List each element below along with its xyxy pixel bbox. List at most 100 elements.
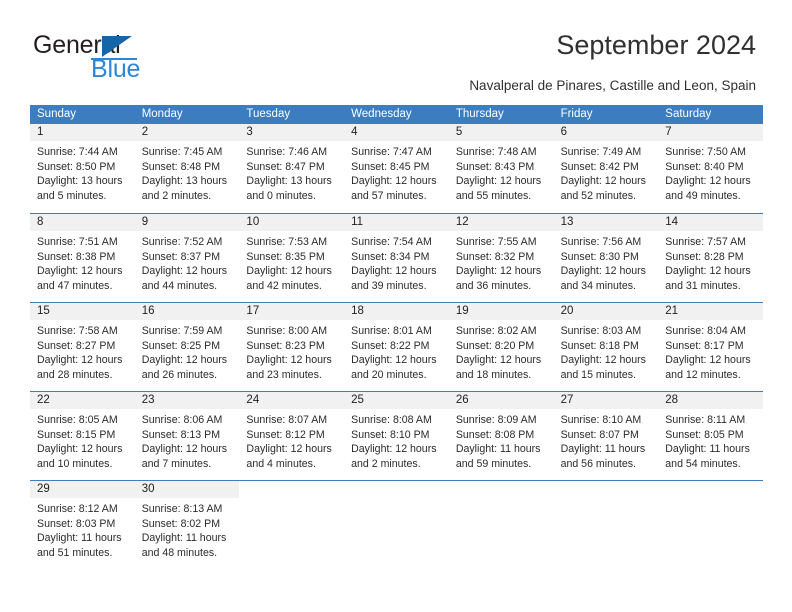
daylight-text-line2: and 51 minutes.: [37, 546, 113, 559]
daylight-text-line1: Daylight: 11 hours: [560, 443, 646, 455]
daylight-text-line1: Daylight: 13 hours: [141, 175, 228, 187]
sunrise-text: Sunrise: 7:58 AM: [37, 325, 118, 337]
sunset-text: Sunset: 8:22 PM: [351, 339, 430, 352]
day-details: Sunrise: 8:03 AM Sunset: 8:18 PM Daylight:…: [554, 320, 659, 382]
calendar-day-cell[interactable]: 9 Sunrise: 7:52 AM Sunset: 8:37 PM Daylight…: [134, 214, 240, 302]
calendar-day-cell[interactable]: 21 Sunrise: 8:04 AM Sunset: 8:17 PM Dayligh…: [658, 303, 763, 391]
sunrise-text: Sunrise: 7:57 AM: [665, 236, 746, 248]
day-number: 23: [134, 392, 240, 409]
calendar-day-cell[interactable]: 26 Sunrise: 8:09 AM Sunset: 8:08 PM Dayligh…: [448, 392, 554, 480]
daylight-text-line1: Daylight: 12 hours: [37, 443, 123, 455]
sunset-text: Sunset: 8:02 PM: [141, 517, 221, 530]
day-details: Sunrise: 8:06 AM Sunset: 8:13 PM Daylight:…: [135, 409, 240, 471]
daylight-text-line2: and 54 minutes.: [665, 457, 741, 470]
calendar-week-row: 29 Sunrise: 8:12 AM Sunset: 8:03 PM Dayligh…: [30, 480, 763, 569]
calendar-day-cell[interactable]: 8 Sunrise: 7:51 AM Sunset: 8:38 PM Daylight…: [30, 214, 135, 302]
sunrise-text: Sunrise: 7:46 AM: [246, 146, 328, 158]
calendar-day-cell[interactable]: 7 Sunrise: 7:50 AM Sunset: 8:40 PM Daylight…: [658, 124, 763, 213]
daylight-text-line2: and 42 minutes.: [246, 279, 322, 292]
calendar-day-cell[interactable]: 10 Sunrise: 7:53 AM Sunset: 8:35 PM Dayligh…: [239, 214, 345, 302]
logo-triangle-icon: [102, 36, 132, 57]
sunrise-text: Sunrise: 8:09 AM: [455, 414, 537, 426]
daylight-text-line2: and 48 minutes.: [141, 546, 218, 559]
daylight-text-line2: and 44 minutes.: [141, 279, 218, 292]
calendar-day-cell[interactable]: 1 Sunrise: 7:44 AM Sunset: 8:50 PM Daylight…: [30, 124, 135, 213]
weekday-monday: Monday: [141, 108, 183, 120]
calendar-day-cell[interactable]: 30 Sunrise: 8:13 AM Sunset: 8:02 PM Dayligh…: [134, 481, 240, 569]
day-number: 14: [658, 214, 763, 231]
weekday-saturday: Saturday: [665, 108, 712, 120]
calendar-day-cell-empty: [554, 481, 659, 569]
day-number: 18: [344, 303, 449, 320]
calendar-weeks: 1 Sunrise: 7:44 AM Sunset: 8:50 PM Daylight…: [30, 124, 763, 569]
calendar-day-cell[interactable]: 12 Sunrise: 7:55 AM Sunset: 8:32 PM Dayligh…: [448, 214, 554, 302]
sunset-text: Sunset: 8:13 PM: [141, 428, 221, 441]
sunset-text: Sunset: 8:38 PM: [37, 250, 116, 263]
calendar-day-cell[interactable]: 23 Sunrise: 8:06 AM Sunset: 8:13 PM Dayligh…: [134, 392, 240, 480]
day-number: 4: [344, 124, 449, 141]
day-number: 22: [30, 392, 135, 409]
sunrise-text: Sunrise: 7:51 AM: [37, 236, 118, 248]
sunrise-text: Sunrise: 8:08 AM: [351, 414, 432, 426]
day-details: Sunrise: 7:53 AM Sunset: 8:35 PM Daylight:…: [239, 231, 344, 293]
sunset-text: Sunset: 8:30 PM: [560, 250, 639, 263]
day-details: Sunrise: 8:00 AM Sunset: 8:23 PM Daylight:…: [239, 320, 344, 382]
day-details: Sunrise: 7:50 AM Sunset: 8:40 PM Daylight:…: [658, 141, 763, 203]
daylight-text-line2: and 56 minutes.: [560, 457, 636, 470]
calendar-day-cell[interactable]: 18 Sunrise: 8:01 AM Sunset: 8:22 PM Dayligh…: [344, 303, 449, 391]
daylight-text-line2: and 31 minutes.: [665, 279, 741, 292]
daylight-text-line2: and 4 minutes.: [246, 457, 316, 470]
day-details: Sunrise: 7:51 AM Sunset: 8:38 PM Daylight:…: [30, 231, 135, 293]
calendar-page: General Blue September 2024 Navalperal d…: [0, 0, 792, 612]
daylight-text-line1: Daylight: 11 hours: [141, 532, 227, 544]
sunrise-text: Sunrise: 8:12 AM: [37, 503, 118, 515]
calendar-day-cell[interactable]: 5 Sunrise: 7:48 AM Sunset: 8:43 PM Daylight…: [448, 124, 554, 213]
sunrise-text: Sunrise: 8:04 AM: [665, 325, 746, 337]
calendar-day-cell[interactable]: 2 Sunrise: 7:45 AM Sunset: 8:48 PM Daylight…: [134, 124, 240, 213]
sunrise-text: Sunrise: 8:00 AM: [246, 325, 328, 337]
calendar-day-cell[interactable]: 27 Sunrise: 8:10 AM Sunset: 8:07 PM Dayligh…: [553, 392, 659, 480]
sunset-text: Sunset: 8:03 PM: [37, 517, 116, 530]
calendar-day-cell[interactable]: 16 Sunrise: 7:59 AM Sunset: 8:25 PM Dayligh…: [134, 303, 240, 391]
day-details: Sunrise: 8:04 AM Sunset: 8:17 PM Daylight:…: [658, 320, 763, 382]
calendar-day-cell[interactable]: 4 Sunrise: 7:47 AM Sunset: 8:45 PM Daylight…: [344, 124, 449, 213]
calendar-day-cell[interactable]: 13 Sunrise: 7:56 AM Sunset: 8:30 PM Dayligh…: [553, 214, 659, 302]
calendar-day-cell[interactable]: 22 Sunrise: 8:05 AM Sunset: 8:15 PM Dayligh…: [30, 392, 135, 480]
day-details: Sunrise: 7:58 AM Sunset: 8:27 PM Daylight:…: [30, 320, 135, 382]
day-details: Sunrise: 7:47 AM Sunset: 8:45 PM Daylight:…: [344, 141, 449, 203]
calendar-day-cell[interactable]: 25 Sunrise: 8:08 AM Sunset: 8:10 PM Dayligh…: [344, 392, 449, 480]
sunset-text: Sunset: 8:23 PM: [246, 339, 325, 352]
calendar-day-cell[interactable]: 24 Sunrise: 8:07 AM Sunset: 8:12 PM Dayligh…: [239, 392, 345, 480]
sunset-text: Sunset: 8:18 PM: [560, 339, 639, 352]
calendar-day-cell[interactable]: 14 Sunrise: 7:57 AM Sunset: 8:28 PM Dayligh…: [658, 214, 763, 302]
sunrise-text: Sunrise: 7:44 AM: [37, 146, 118, 158]
sunset-text: Sunset: 8:05 PM: [665, 428, 744, 441]
calendar-day-cell[interactable]: 29 Sunrise: 8:12 AM Sunset: 8:03 PM Dayligh…: [30, 481, 135, 569]
day-number: 8: [30, 214, 135, 231]
calendar-day-cell[interactable]: 11 Sunrise: 7:54 AM Sunset: 8:34 PM Dayligh…: [344, 214, 449, 302]
calendar-day-cell[interactable]: 6 Sunrise: 7:49 AM Sunset: 8:42 PM Daylight…: [553, 124, 659, 213]
sunrise-text: Sunrise: 8:06 AM: [141, 414, 223, 426]
daylight-text-line2: and 2 minutes.: [141, 189, 212, 202]
daylight-text-line2: and 10 minutes.: [37, 457, 113, 470]
calendar-week-row: 8 Sunrise: 7:51 AM Sunset: 8:38 PM Daylight…: [30, 213, 763, 302]
sunset-text: Sunset: 8:20 PM: [455, 339, 535, 352]
calendar-day-cell[interactable]: 17 Sunrise: 8:00 AM Sunset: 8:23 PM Dayligh…: [239, 303, 345, 391]
daylight-text-line1: Daylight: 12 hours: [665, 175, 751, 187]
sunrise-text: Sunrise: 7:52 AM: [141, 236, 223, 248]
daylight-text-line2: and 57 minutes.: [351, 189, 427, 202]
day-number: 29: [30, 481, 135, 498]
day-details: Sunrise: 8:05 AM Sunset: 8:15 PM Daylight:…: [30, 409, 135, 471]
calendar-day-cell[interactable]: 19 Sunrise: 8:02 AM Sunset: 8:20 PM Dayligh…: [448, 303, 554, 391]
calendar-day-cell[interactable]: 15 Sunrise: 7:58 AM Sunset: 8:27 PM Dayligh…: [30, 303, 135, 391]
sunset-text: Sunset: 8:07 PM: [560, 428, 639, 441]
day-details: Sunrise: 8:08 AM Sunset: 8:10 PM Daylight:…: [344, 409, 449, 471]
daylight-text-line2: and 28 minutes.: [37, 368, 113, 381]
day-number: 12: [448, 214, 554, 231]
calendar-day-cell[interactable]: 28 Sunrise: 8:11 AM Sunset: 8:05 PM Dayligh…: [658, 392, 763, 480]
calendar-day-cell[interactable]: 3 Sunrise: 7:46 AM Sunset: 8:47 PM Daylight…: [239, 124, 345, 213]
calendar-day-cell[interactable]: 20 Sunrise: 8:03 AM Sunset: 8:18 PM Dayligh…: [553, 303, 659, 391]
sunrise-text: Sunrise: 8:02 AM: [455, 325, 537, 337]
day-number: 15: [30, 303, 135, 320]
daylight-text-line2: and 47 minutes.: [37, 279, 113, 292]
